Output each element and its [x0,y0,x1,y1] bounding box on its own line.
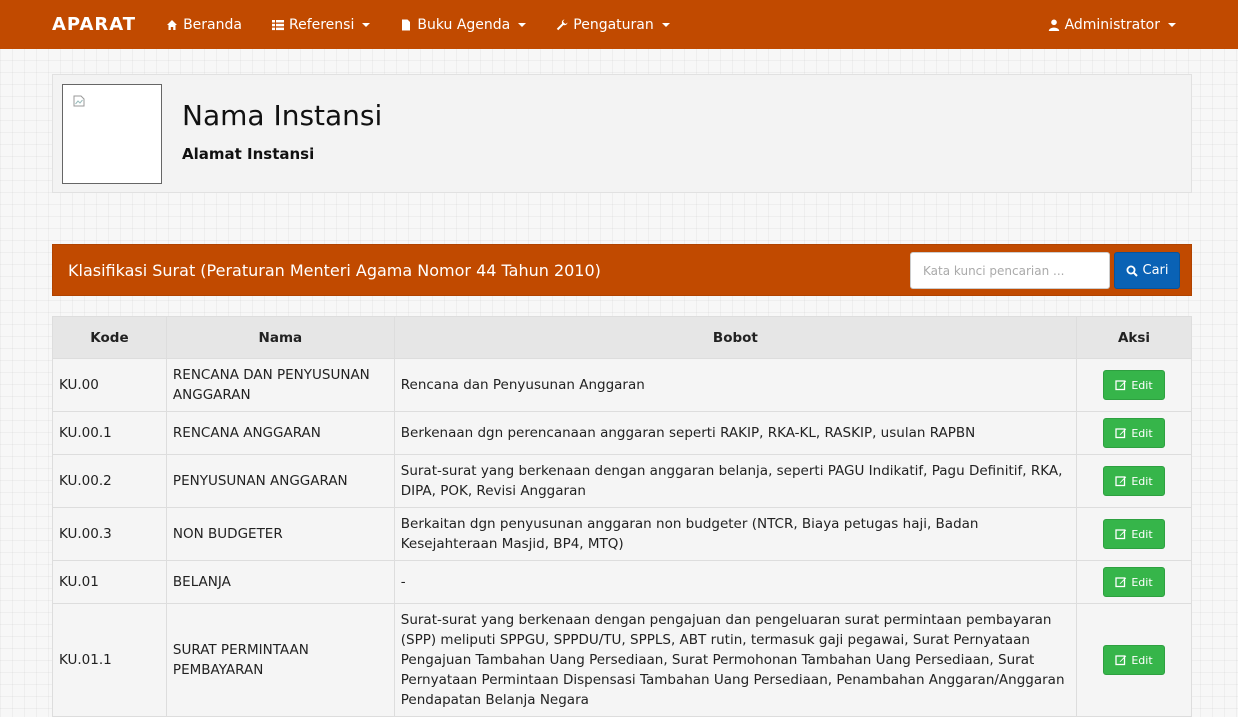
nav-referensi-label: Referensi [288,16,355,33]
search-button[interactable]: Cari [1114,252,1180,289]
cell-aksi: Edit [1076,411,1192,455]
edit-icon [1115,529,1127,540]
institution-header: Nama Instansi Alamat Instansi [52,74,1192,193]
user-menu[interactable]: Administrator [1048,17,1176,33]
cell-nama: RENCANA DAN PENYUSUNAN ANGGARAN [165,358,395,412]
nav-beranda-label: Beranda [183,16,242,33]
edit-button[interactable]: Edit [1103,370,1165,400]
edit-icon [1115,428,1127,439]
col-header-aksi: Aksi [1076,316,1192,359]
cell-kode: KU.00.1 [52,411,167,455]
col-header-nama[interactable]: Nama [165,316,395,359]
edit-button[interactable]: Edit [1103,519,1165,549]
cell-bobot: Berkaitan dgn penyusunan anggaran non bu… [393,507,1078,561]
nav-pengaturan[interactable]: Pengaturan [556,16,670,33]
chevron-down-icon [518,22,527,27]
cell-kode: KU.00.2 [52,454,167,508]
institution-logo [62,84,162,184]
edit-button-label: Edit [1131,527,1153,541]
cell-aksi: Edit [1076,603,1192,717]
cell-bobot: Rencana dan Penyusunan Anggaran [393,358,1078,412]
cell-kode: KU.01.1 [52,603,167,717]
edit-icon [1115,655,1127,666]
top-navbar: APARAT Beranda Referensi Buku Agenda Pen… [0,0,1238,49]
table-header-row: Kode Nama Bobot Aksi [52,316,1192,359]
user-icon [1048,19,1059,31]
institution-name: Nama Instansi [182,99,383,132]
edit-button-label: Edit [1131,575,1153,589]
search-input[interactable] [910,252,1110,289]
brand-logo[interactable]: APARAT [52,14,136,35]
search-icon [1126,265,1138,277]
nav-pengaturan-label: Pengaturan [573,16,654,33]
klasifikasi-table: Kode Nama Bobot Aksi KU.00 RENCANA DAN P… [52,316,1192,717]
cell-bobot: Berkenaan dgn perencanaan anggaran seper… [393,411,1078,455]
nav-buku-agenda[interactable]: Buku Agenda [400,16,527,33]
nav-buku-agenda-label: Buku Agenda [417,16,511,33]
cell-kode: KU.01 [52,560,167,604]
cell-nama: SURAT PERMINTAAN PEMBAYARAN [165,603,395,717]
chevron-down-icon [1168,22,1176,27]
table-row: KU.00 RENCANA DAN PENYUSUNAN ANGGARAN Re… [52,358,1192,412]
wrench-icon [557,19,568,30]
nav-beranda[interactable]: Beranda [166,17,242,33]
nav-referensi[interactable]: Referensi [271,16,371,33]
cell-bobot: Surat-surat yang berkenaan dengan pengaj… [393,603,1078,717]
table-row: KU.00.1 RENCANA ANGGARAN Berkenaan dgn p… [52,411,1192,455]
table-row: KU.00.2 PENYUSUNAN ANGGARAN Surat-surat … [52,454,1192,508]
cell-bobot: Surat-surat yang berkenaan dengan anggar… [393,454,1078,508]
broken-image-icon [73,95,85,107]
edit-button[interactable]: Edit [1103,645,1165,675]
edit-button[interactable]: Edit [1103,418,1165,448]
chevron-down-icon [661,22,670,27]
col-header-bobot[interactable]: Bobot [393,316,1078,359]
section-title-bar: Klasifikasi Surat (Peraturan Menteri Aga… [52,244,1192,296]
cell-nama: PENYUSUNAN ANGGARAN [165,454,395,508]
section-title: Klasifikasi Surat (Peraturan Menteri Aga… [68,260,601,280]
edit-button-label: Edit [1131,474,1153,488]
edit-button-label: Edit [1131,426,1153,440]
edit-icon [1115,476,1127,487]
cell-nama: RENCANA ANGGARAN [165,411,395,455]
edit-icon [1115,380,1127,391]
list-icon [271,19,284,30]
cell-aksi: Edit [1076,358,1192,412]
institution-address: Alamat Instansi [182,145,315,163]
edit-button-label: Edit [1131,653,1153,667]
table-row: KU.01 BELANJA - Edit [52,560,1192,604]
klasifikasi-table-container: Kode Nama Bobot Aksi KU.00 RENCANA DAN P… [52,316,1192,717]
file-icon [402,19,411,30]
edit-button[interactable]: Edit [1103,567,1165,597]
table-row: KU.01.1 SURAT PERMINTAAN PEMBAYARAN Sura… [52,603,1192,717]
cell-bobot: - [393,560,1078,604]
cell-nama: BELANJA [165,560,395,604]
cell-kode: KU.00 [52,358,167,412]
user-menu-label: Administrator [1064,16,1160,33]
cell-kode: KU.00.3 [52,507,167,561]
home-icon [167,19,178,30]
search-button-label: Cari [1142,263,1169,278]
table-row: KU.00.3 NON BUDGETER Berkaitan dgn penyu… [52,507,1192,561]
cell-aksi: Edit [1076,560,1192,604]
cell-nama: NON BUDGETER [165,507,395,561]
edit-button-label: Edit [1131,378,1153,392]
cell-aksi: Edit [1076,454,1192,508]
col-header-kode[interactable]: Kode [52,316,167,359]
cell-aksi: Edit [1076,507,1192,561]
edit-button[interactable]: Edit [1103,466,1165,496]
chevron-down-icon [362,22,371,27]
edit-icon [1115,577,1127,588]
